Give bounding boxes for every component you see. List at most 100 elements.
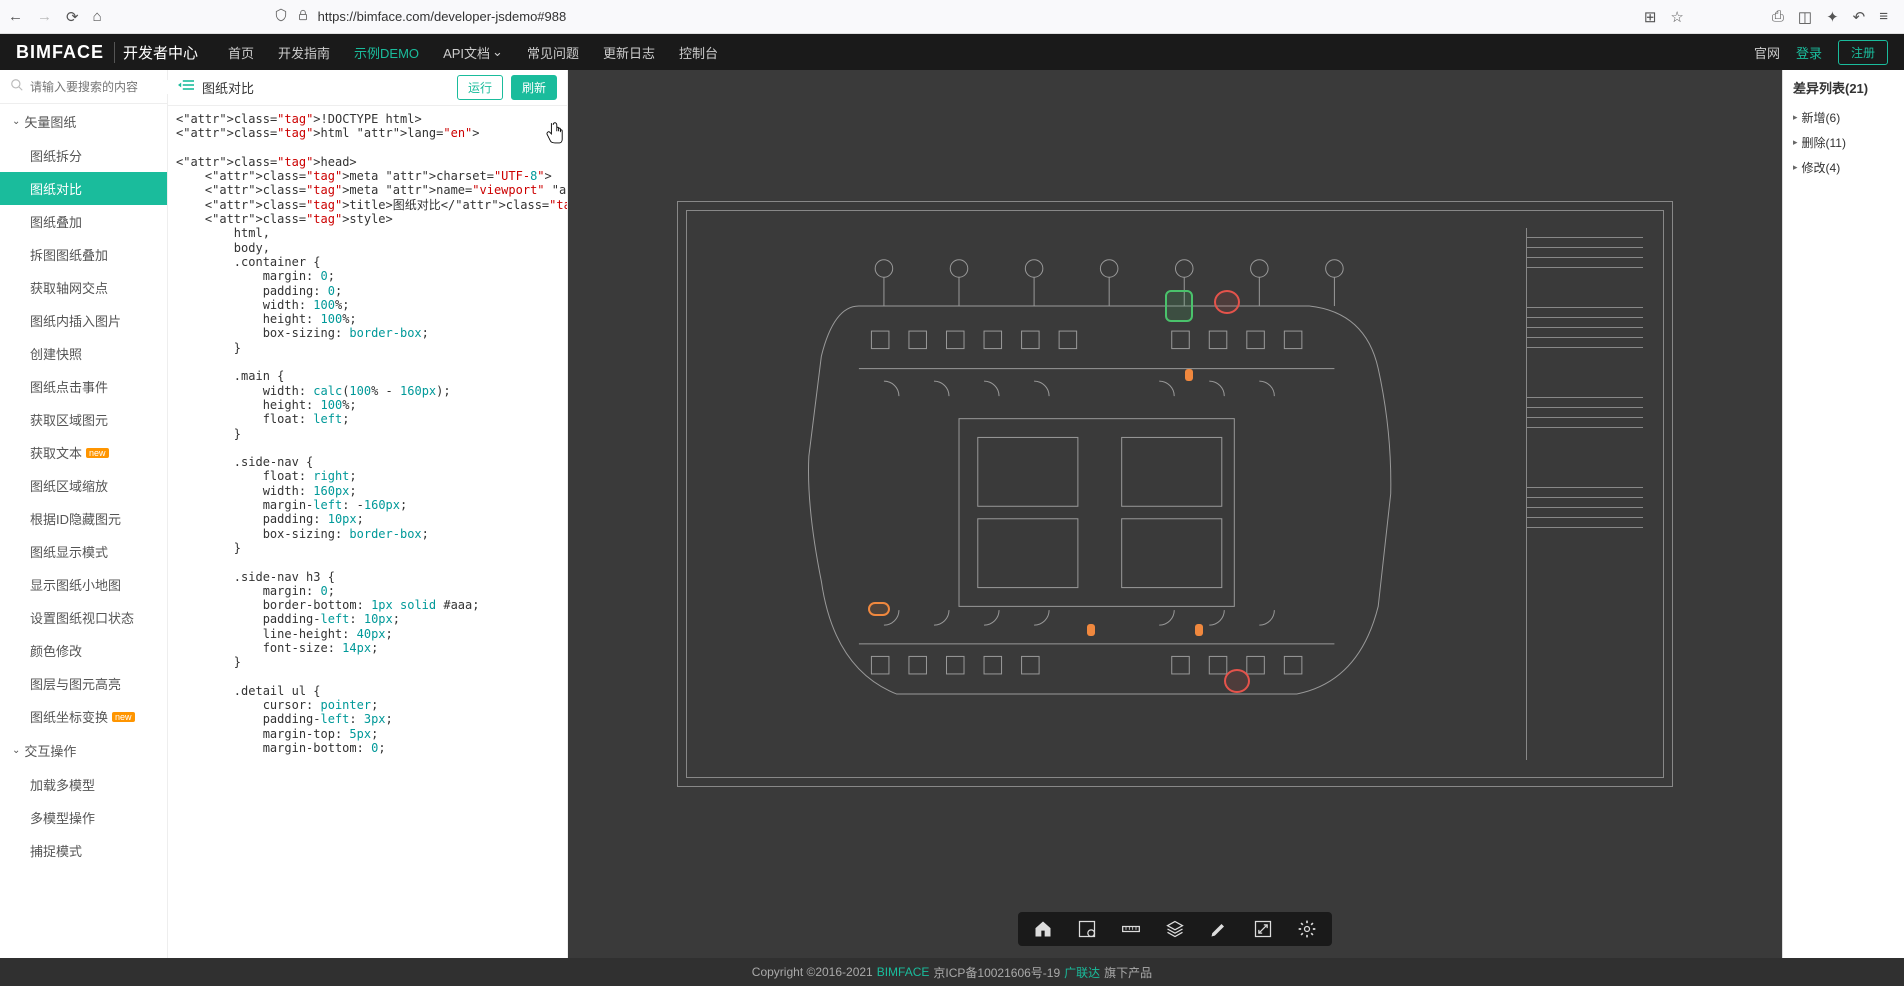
sidebar-item[interactable]: 捕捉模式	[0, 834, 167, 867]
settings-tool-icon[interactable]	[1296, 918, 1318, 940]
measure-tool-icon[interactable]	[1120, 918, 1142, 940]
diff-item[interactable]: 新增(6)	[1793, 105, 1894, 130]
browser-nav: ← → ⟳ ⌂	[8, 8, 102, 26]
new-badge: new	[86, 448, 109, 458]
sidebar-section[interactable]: ⌄矢量图纸	[0, 104, 167, 139]
select-tool-icon[interactable]	[1076, 918, 1098, 940]
nav-item[interactable]: API文档⌄	[443, 43, 503, 62]
sidebar-item[interactable]: 根据ID隐藏图元	[0, 502, 167, 535]
diff-highlight-added[interactable]	[1165, 290, 1193, 322]
footer: Copyright ©2016-2021 BIMFACE 京ICP备100216…	[0, 958, 1904, 986]
sidebar-item[interactable]: 获取轴网交点	[0, 271, 167, 304]
run-button[interactable]: 运行	[457, 75, 503, 100]
diff-panel: 差异列表(21) 新增(6)删除(11)修改(4)	[1782, 70, 1904, 958]
code-header: 图纸对比 运行 刷新	[168, 70, 567, 106]
sidebar-item[interactable]: 图纸点击事件	[0, 370, 167, 403]
login-link[interactable]: 登录	[1796, 43, 1822, 62]
sidebar: ⌄矢量图纸图纸拆分图纸对比图纸叠加拆图图纸叠加获取轴网交点图纸内插入图片创建快照…	[0, 70, 168, 958]
browser-tools: ⊞ ☆ ⎙ ◫ ✦ ↶ ≡	[1644, 8, 1896, 26]
qr-icon[interactable]: ⊞	[1644, 8, 1657, 26]
edit-tool-icon[interactable]	[1208, 918, 1230, 940]
sidebar-item[interactable]: 图纸对比	[0, 172, 167, 205]
browser-chrome: ← → ⟳ ⌂ https://bimface.com/developer-js…	[0, 0, 1904, 34]
sidebar-item[interactable]: 获取文本new	[0, 436, 167, 469]
search-input[interactable]	[30, 80, 185, 94]
search-row	[0, 70, 167, 104]
sidebar-item[interactable]: 多模型操作	[0, 801, 167, 834]
chevron-down-icon: ⌄	[12, 745, 20, 756]
cursor-icon	[546, 122, 564, 144]
register-button[interactable]: 注册	[1838, 40, 1888, 65]
floorplan	[765, 256, 1428, 732]
footer-company[interactable]: 广联达	[1064, 964, 1100, 981]
logo[interactable]: BIMFACE 开发者中心	[16, 42, 198, 63]
sidebar-item[interactable]: 图纸坐标变换new	[0, 700, 167, 733]
nav-item[interactable]: 开发指南	[278, 43, 330, 62]
diff-title: 差异列表(21)	[1793, 78, 1894, 97]
diff-item[interactable]: 修改(4)	[1793, 155, 1894, 180]
nav-item[interactable]: 控制台	[679, 43, 718, 62]
lock-icon	[296, 8, 310, 25]
sidebar-item[interactable]: 设置图纸视口状态	[0, 601, 167, 634]
sidebar-item[interactable]: 图纸拆分	[0, 139, 167, 172]
header-right: 官网 登录 注册	[1754, 40, 1888, 65]
official-link[interactable]: 官网	[1754, 43, 1780, 62]
viewer-toolbar	[1018, 912, 1332, 946]
drawing-frame	[677, 201, 1672, 787]
sidebar-item[interactable]: 图纸区域缩放	[0, 469, 167, 502]
sidebar-item[interactable]: 图纸显示模式	[0, 535, 167, 568]
sidebar-item[interactable]: 显示图纸小地图	[0, 568, 167, 601]
sidebar-item[interactable]: 颜色修改	[0, 634, 167, 667]
main-nav: 首页 开发指南 示例DEMO API文档⌄ 常见问题 更新日志 控制台	[228, 43, 718, 62]
titleblock	[1526, 228, 1643, 760]
layers-tool-icon[interactable]	[1164, 918, 1186, 940]
sidebar-item[interactable]: 创建快照	[0, 337, 167, 370]
url-bar[interactable]: https://bimface.com/developer-jsdemo#988	[114, 8, 1632, 25]
library-icon[interactable]: ⎙	[1772, 8, 1784, 25]
diff-highlight-modified[interactable]	[868, 602, 890, 616]
sidebar-item[interactable]: 图层与图元高亮	[0, 667, 167, 700]
footer-brand[interactable]: BIMFACE	[877, 965, 930, 979]
new-badge: new	[112, 712, 135, 722]
drawing-inner	[686, 210, 1663, 778]
sidebar-item[interactable]: 图纸叠加	[0, 205, 167, 238]
sidebar-item[interactable]: 获取区域图元	[0, 403, 167, 436]
fullscreen-tool-icon[interactable]	[1252, 918, 1274, 940]
diff-highlight-modified[interactable]	[1195, 624, 1203, 636]
code-editor[interactable]: <"attr">class="tag">!DOCTYPE html> <"att…	[168, 106, 567, 958]
diff-highlight-modified[interactable]	[1087, 624, 1095, 636]
sidebar-item[interactable]: 加载多模型	[0, 768, 167, 801]
chevron-down-icon: ⌄	[12, 116, 20, 127]
nav-item[interactable]: 常见问题	[527, 43, 579, 62]
sidebar-section[interactable]: ⌄交互操作	[0, 733, 167, 768]
search-icon	[10, 78, 24, 95]
home-icon[interactable]: ⌂	[93, 8, 102, 25]
home-tool-icon[interactable]	[1032, 918, 1054, 940]
refresh-button[interactable]: 刷新	[511, 75, 557, 100]
sidebar-item[interactable]: 拆图图纸叠加	[0, 238, 167, 271]
undo-icon[interactable]: ↶	[1853, 8, 1866, 26]
code-title: 图纸对比	[202, 78, 449, 97]
nav-item[interactable]: 首页	[228, 43, 254, 62]
extension-icon[interactable]: ✦	[1826, 8, 1839, 26]
main-content: ⌄矢量图纸图纸拆分图纸对比图纸叠加拆图图纸叠加获取轴网交点图纸内插入图片创建快照…	[0, 70, 1904, 958]
forward-icon[interactable]: →	[37, 8, 52, 25]
chevron-down-icon: ⌄	[492, 44, 503, 60]
url-text: https://bimface.com/developer-jsdemo#988	[318, 9, 567, 24]
menu-icon[interactable]: ≡	[1879, 8, 1888, 25]
sidebar-icon[interactable]: ◫	[1798, 8, 1812, 26]
diff-highlight-modified[interactable]	[1185, 369, 1193, 381]
nav-item[interactable]: 示例DEMO	[354, 43, 419, 62]
star-icon[interactable]: ☆	[1670, 8, 1683, 26]
viewer-canvas[interactable]	[568, 70, 1782, 958]
side-list: ⌄矢量图纸图纸拆分图纸对比图纸叠加拆图图纸叠加获取轴网交点图纸内插入图片创建快照…	[0, 104, 167, 958]
viewer: 差异列表(21) 新增(6)删除(11)修改(4)	[568, 70, 1904, 958]
shield-icon	[274, 8, 288, 25]
sidebar-item[interactable]: 图纸内插入图片	[0, 304, 167, 337]
reload-icon[interactable]: ⟳	[66, 8, 79, 26]
app-header: BIMFACE 开发者中心 首页 开发指南 示例DEMO API文档⌄ 常见问题 更新日志…	[0, 34, 1904, 70]
toggle-sidebar-icon[interactable]	[178, 78, 194, 97]
nav-item[interactable]: 更新日志	[603, 43, 655, 62]
back-icon[interactable]: ←	[8, 8, 23, 25]
diff-item[interactable]: 删除(11)	[1793, 130, 1894, 155]
